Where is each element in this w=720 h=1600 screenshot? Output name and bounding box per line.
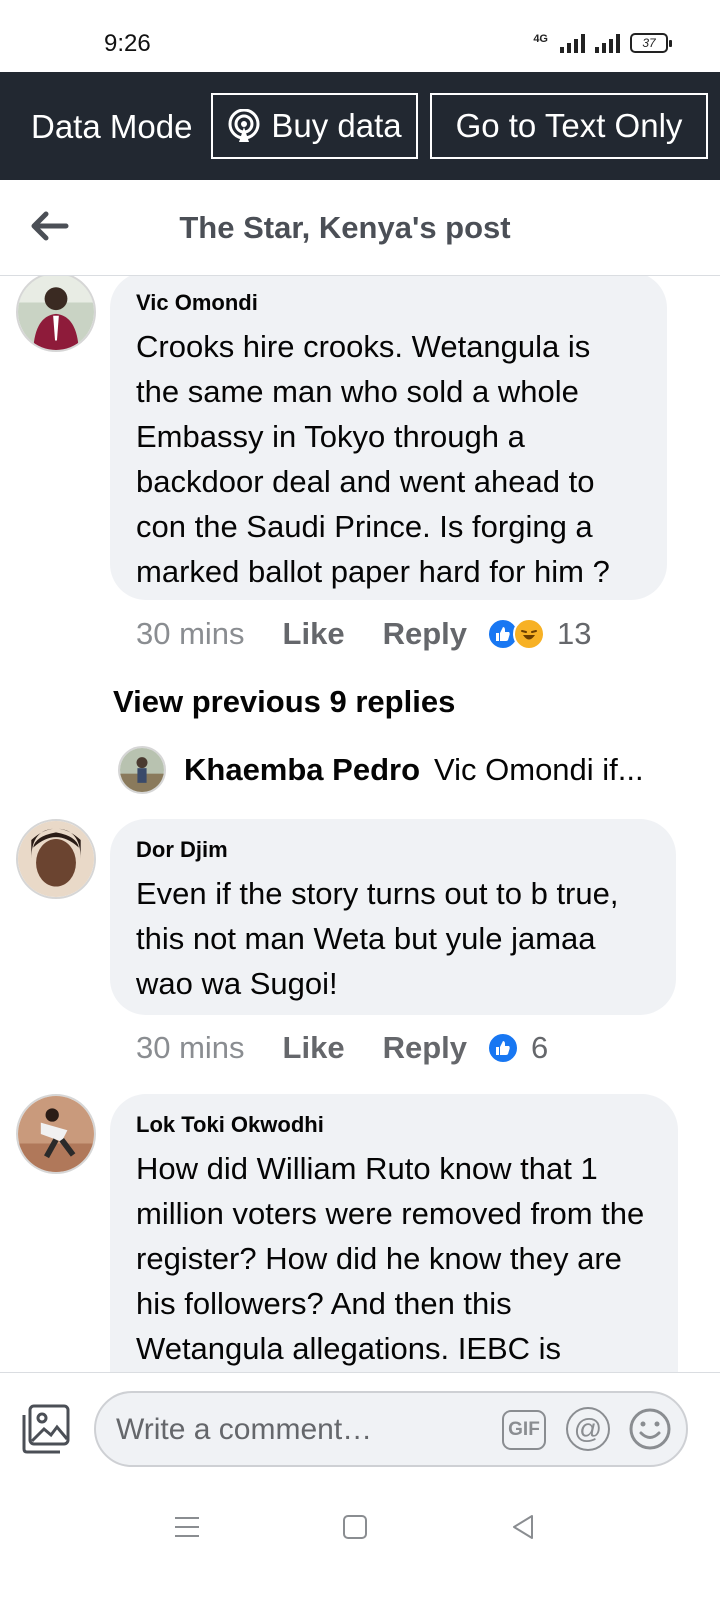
data-mode-label: Data Mode <box>31 108 193 145</box>
home-icon[interactable] <box>340 1512 370 1542</box>
reaction-count: 13 <box>557 616 592 651</box>
reply-button[interactable]: Reply <box>383 616 467 652</box>
mention-icon[interactable]: @ <box>566 1407 610 1451</box>
signal-icon-2 <box>595 33 620 53</box>
status-bar: 9:26 4G 37 <box>0 0 720 72</box>
avatar[interactable] <box>16 1094 96 1174</box>
view-previous-replies-link[interactable]: View previous 9 replies <box>113 684 455 720</box>
comment-meta: 30 mins Like Reply 13 <box>136 616 591 652</box>
haha-icon <box>513 618 545 650</box>
comment-author[interactable]: Lok Toki Okwodhi <box>136 1112 652 1138</box>
data-mode-bar: Data Mode Buy data Go to Text Only <box>0 72 720 180</box>
comment-meta: 30 mins Like Reply 6 <box>136 1030 548 1066</box>
reply-avatar[interactable] <box>118 746 166 794</box>
photo-icon[interactable] <box>20 1403 72 1455</box>
status-time: 9:26 <box>104 30 151 57</box>
like-icon <box>487 1032 519 1064</box>
page-title: The Star, Kenya's post <box>179 210 511 245</box>
comment-text: Crooks hire crooks. Wetangula is the sam… <box>136 329 610 589</box>
signal-icon <box>560 33 585 53</box>
comment-time[interactable]: 30 mins <box>136 1030 245 1066</box>
text-only-label: Go to Text Only <box>455 107 683 144</box>
comment-placeholder: Write a comment… <box>116 1413 373 1446</box>
reply-author[interactable]: Khaemba Pedro <box>184 752 420 788</box>
comment-text: How did William Ruto know that 1 million… <box>136 1151 645 1366</box>
profile-photo <box>18 1096 94 1172</box>
comment-text: Even if the story turns out to b true, t… <box>136 876 619 1001</box>
avatar[interactable] <box>16 819 96 899</box>
comment-author[interactable]: Dor Djim <box>136 837 650 863</box>
reply-profile-photo <box>120 748 164 792</box>
system-nav-bar <box>0 1482 720 1600</box>
gif-icon[interactable]: GIF <box>502 1410 546 1450</box>
battery-icon: 37 <box>630 33 672 53</box>
broadcast-icon <box>228 109 260 142</box>
reaction-count: 6 <box>531 1030 549 1065</box>
comment-bubble[interactable]: Dor Djim Even if the story turns out to … <box>110 819 676 1015</box>
profile-photo <box>18 821 94 897</box>
profile-photo <box>18 276 94 350</box>
comment-composer: Write a comment… GIF @ <box>0 1372 720 1482</box>
reactions-summary[interactable]: 13 <box>487 616 591 652</box>
menu-icon[interactable] <box>172 1512 202 1542</box>
buy-data-label: Buy data <box>271 107 402 144</box>
text-only-button[interactable]: Go to Text Only <box>430 93 708 159</box>
comment-list: Vic Omondi Crooks hire crooks. Wetangula… <box>0 276 720 1398</box>
comment-bubble[interactable]: Vic Omondi Crooks hire crooks. Wetangula… <box>110 276 667 600</box>
back-icon[interactable] <box>508 1512 538 1542</box>
reactions-summary[interactable]: 6 <box>487 1030 548 1066</box>
status-icons: 4G 37 <box>533 33 672 53</box>
like-button[interactable]: Like <box>283 616 345 652</box>
network-type-label: 4G <box>533 33 548 45</box>
avatar[interactable] <box>16 276 96 352</box>
buy-data-button[interactable]: Buy data <box>211 93 418 159</box>
like-button[interactable]: Like <box>283 1030 345 1066</box>
emoji-icon[interactable] <box>628 1407 672 1451</box>
comment-input[interactable]: Write a comment… GIF @ <box>94 1391 688 1467</box>
comment-time[interactable]: 30 mins <box>136 616 245 652</box>
reply-preview[interactable]: Khaemba Pedro Vic Omondi if... <box>118 746 644 794</box>
reply-snippet: Vic Omondi if... <box>434 752 644 787</box>
comment-bubble[interactable]: Lok Toki Okwodhi How did William Ruto kn… <box>110 1094 678 1398</box>
reply-button[interactable]: Reply <box>383 1030 467 1066</box>
comment-author[interactable]: Vic Omondi <box>136 290 641 316</box>
post-header: The Star, Kenya's post <box>0 180 720 276</box>
